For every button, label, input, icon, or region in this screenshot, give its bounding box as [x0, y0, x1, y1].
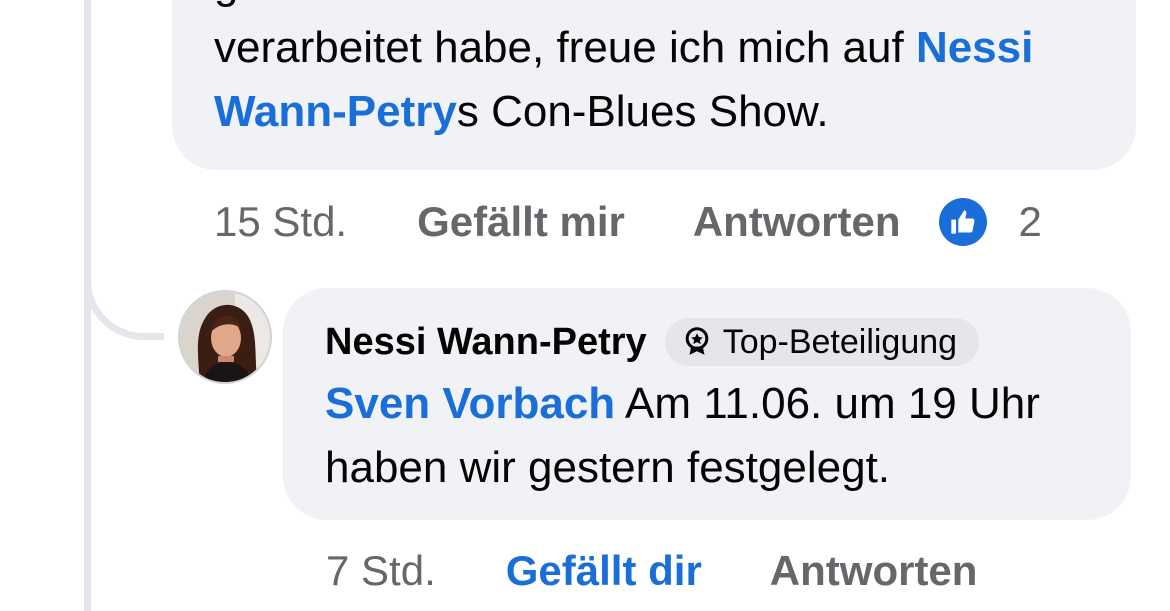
reply-timestamp[interactable]: 7 Std.	[326, 547, 436, 595]
reply-author-name[interactable]: Nessi Wann-Petry	[325, 321, 647, 364]
comment-text-part: s Con-Blues Show.	[456, 87, 829, 136]
reply-button[interactable]: Antworten	[770, 547, 978, 595]
top-contributor-badge[interactable]: Top-Beteiligung	[664, 318, 980, 366]
reply-actions: 7 Std. Gefällt dir Antworten	[326, 545, 977, 597]
reply-header: Nessi Wann-Petry Top-Beteiligung	[325, 318, 980, 366]
reply-button[interactable]: Antworten	[693, 198, 901, 246]
comment-text-part: verarbeitet habe, freue ich mich auf	[214, 23, 916, 72]
thread-connector	[84, 200, 164, 340]
reply-text: Sven Vorbach Am 11.06. um 19 Uhr haben w…	[325, 372, 1105, 500]
avatar[interactable]	[178, 290, 272, 384]
like-button-active[interactable]: Gefällt dir	[506, 547, 702, 595]
reply-bubble: Nessi Wann-Petry Top-Beteiligung Sven Vo…	[283, 288, 1131, 520]
thumbs-up-icon[interactable]	[938, 198, 987, 246]
comment-text-partial: gekommen bin und alle Eindrücke	[214, 0, 1114, 16]
comment-bubble: gekommen bin und alle Eindrücke verarbei…	[172, 0, 1136, 170]
reaction-count[interactable]: 2	[1019, 198, 1042, 246]
like-button[interactable]: Gefällt mir	[417, 198, 625, 246]
comment-text: gekommen bin und alle Eindrücke verarbei…	[214, 0, 1114, 144]
comment-actions: 15 Std. Gefällt mir Antworten 2	[214, 196, 1042, 248]
reply-mention-link[interactable]: Sven Vorbach	[325, 379, 615, 428]
award-icon	[685, 327, 708, 355]
badge-label: Top-Beteiligung	[722, 322, 958, 361]
comment-timestamp[interactable]: 15 Std.	[214, 198, 347, 246]
